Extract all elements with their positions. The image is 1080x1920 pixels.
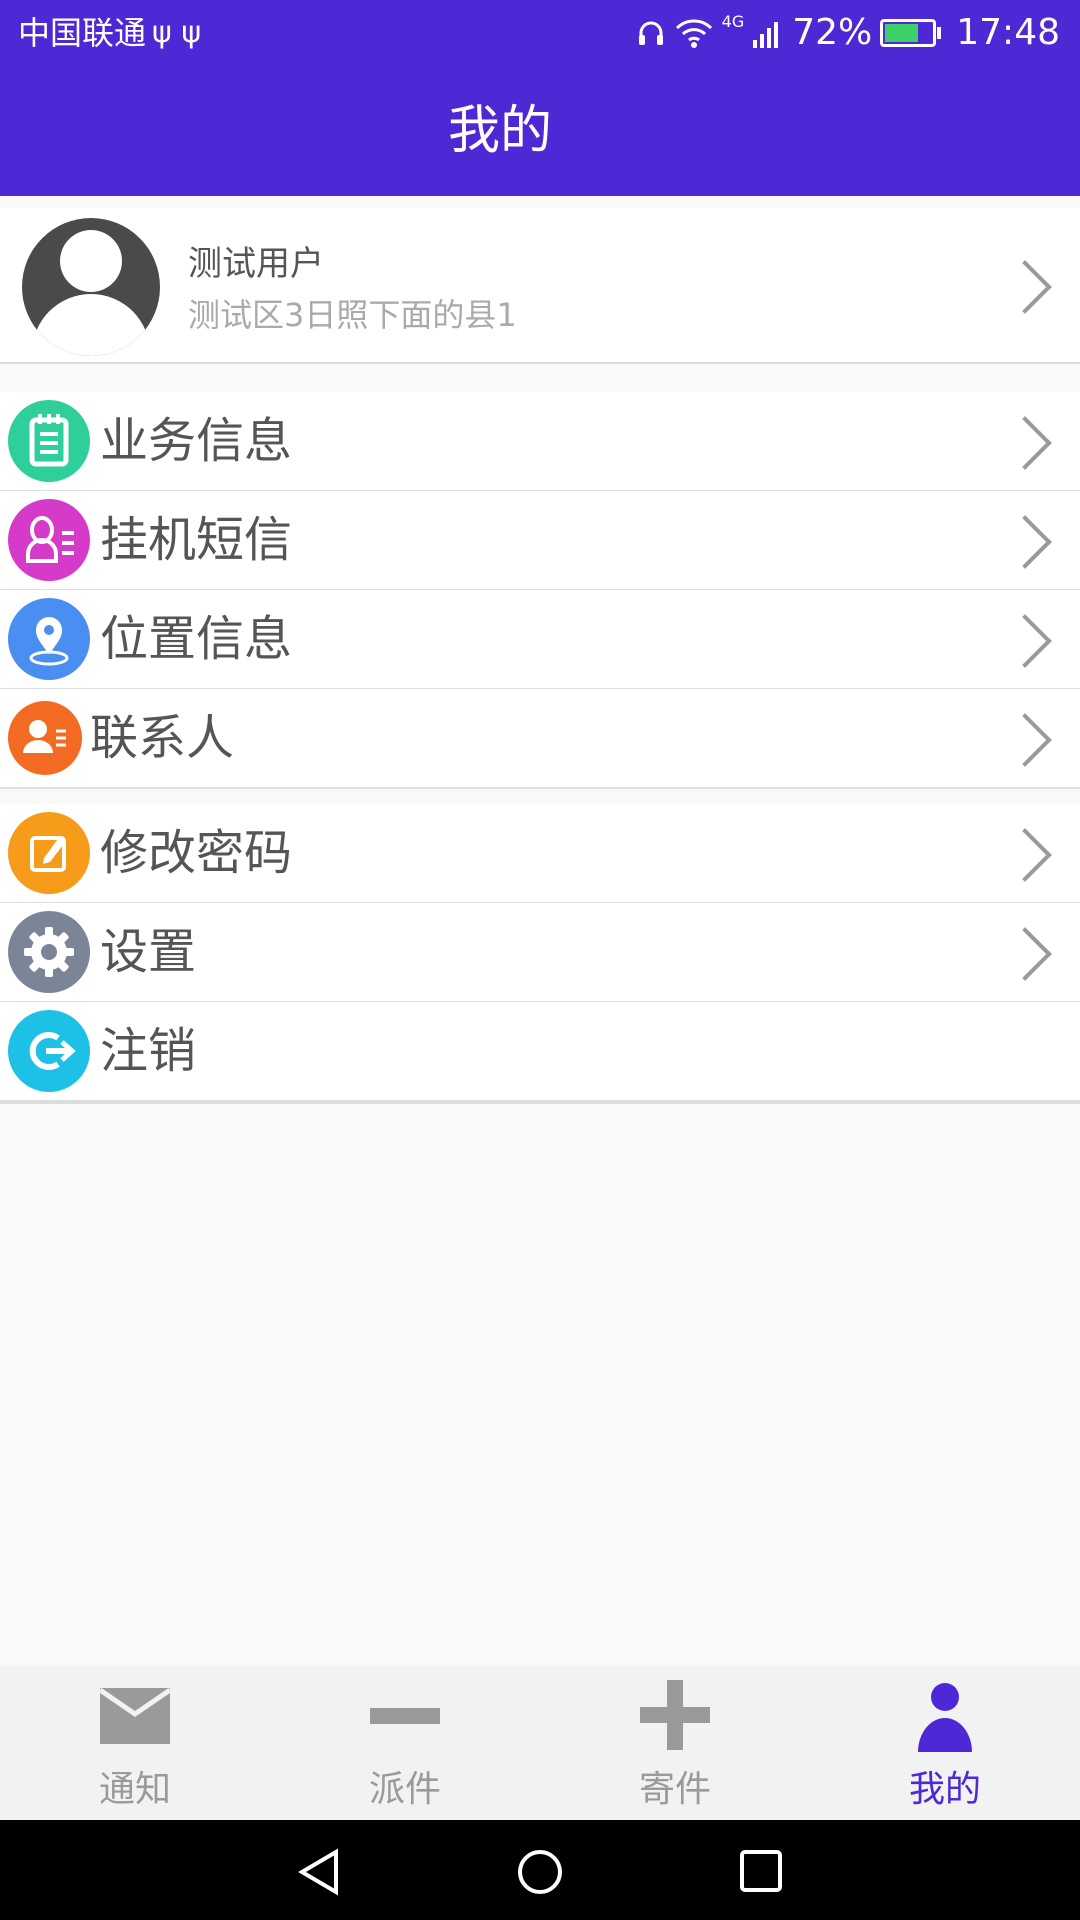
- usb-icon: ψ ψ: [152, 15, 202, 50]
- menu-item-business-info[interactable]: 业务信息: [0, 392, 1080, 492]
- status-bar: 中国联通 ψ ψ 4G 72% 17:48: [0, 0, 1080, 66]
- user-area: 测试区3日照下面的县1: [188, 296, 517, 334]
- chevron-right-icon: [998, 927, 1052, 981]
- profile-card[interactable]: 测试用户 测试区3日照下面的县1: [0, 208, 1080, 364]
- tab-label: 寄件: [638, 1769, 711, 1810]
- menu-item-label: 联系人: [90, 710, 235, 766]
- edit-icon: [8, 812, 90, 894]
- headphones-icon: [638, 21, 663, 45]
- battery-icon: [880, 19, 942, 47]
- avatar: [22, 218, 160, 356]
- tab-label: 通知: [98, 1769, 171, 1810]
- network-type-label: 4G: [721, 12, 745, 31]
- wifi-icon: [675, 19, 712, 48]
- menu-group-business: 业务信息 挂机短信 位置信息 联系人: [0, 392, 1080, 789]
- battery-percent: 72%: [792, 12, 873, 53]
- signal-icon: [753, 22, 779, 48]
- system-nav-bar: [0, 1820, 1080, 1920]
- clock: 17:48: [956, 12, 1060, 53]
- location-pin-icon: [8, 598, 90, 680]
- chevron-right-icon: [998, 416, 1052, 470]
- person-list-icon: [8, 499, 90, 581]
- menu-item-label: 位置信息: [100, 611, 293, 667]
- menu-group-account: 修改密码 设置 注销: [0, 804, 1080, 1104]
- logout-icon: [8, 1010, 90, 1092]
- gear-icon: [8, 911, 90, 993]
- envelope-icon: [100, 1688, 170, 1744]
- chevron-right-icon: [998, 515, 1052, 569]
- menu-item-settings[interactable]: 设置: [0, 903, 1080, 1003]
- menu-item-label: 注销: [100, 1023, 197, 1079]
- menu-item-location-info[interactable]: 位置信息: [0, 590, 1080, 690]
- recents-icon[interactable]: [738, 1848, 784, 1894]
- bottom-nav: 通知 派件 寄件 我的: [0, 1666, 1080, 1820]
- menu-item-label: 业务信息: [100, 413, 293, 469]
- chevron-right-icon: [998, 614, 1052, 668]
- menu-item-change-password[interactable]: 修改密码: [0, 804, 1080, 904]
- chevron-right-icon: [998, 260, 1052, 314]
- home-icon[interactable]: [516, 1848, 564, 1896]
- tab-dispatch[interactable]: 派件: [270, 1666, 540, 1820]
- tab-send[interactable]: 寄件: [540, 1666, 810, 1820]
- tab-label: 我的: [908, 1769, 981, 1810]
- minus-icon: [370, 1708, 440, 1724]
- notepad-icon: [8, 400, 90, 482]
- chevron-right-icon: [998, 713, 1052, 767]
- contact-card-icon: [8, 701, 82, 775]
- page-title: 我的: [447, 101, 552, 161]
- menu-item-label: 挂机短信: [100, 512, 293, 568]
- status-indicators: 4G 72% 17:48: [636, 8, 1060, 58]
- menu-item-hangup-sms[interactable]: 挂机短信: [0, 491, 1080, 591]
- menu-item-logout[interactable]: 注销: [0, 1002, 1080, 1104]
- person-icon: [918, 1683, 972, 1752]
- menu-item-label: 修改密码: [100, 825, 293, 881]
- tab-mine[interactable]: 我的: [810, 1666, 1080, 1820]
- chevron-right-icon: [998, 828, 1052, 882]
- app-bar: 我的: [0, 66, 1080, 196]
- tab-notifications[interactable]: 通知: [0, 1666, 270, 1820]
- menu-item-label: 设置: [100, 924, 197, 980]
- menu-item-contacts[interactable]: 联系人: [0, 689, 1080, 789]
- battery-level-fill: [885, 24, 919, 42]
- carrier-label: 中国联通: [18, 14, 147, 52]
- plus-icon: [640, 1680, 710, 1750]
- tab-label: 派件: [368, 1769, 441, 1810]
- user-name: 测试用户: [188, 244, 324, 284]
- back-icon[interactable]: [296, 1848, 342, 1896]
